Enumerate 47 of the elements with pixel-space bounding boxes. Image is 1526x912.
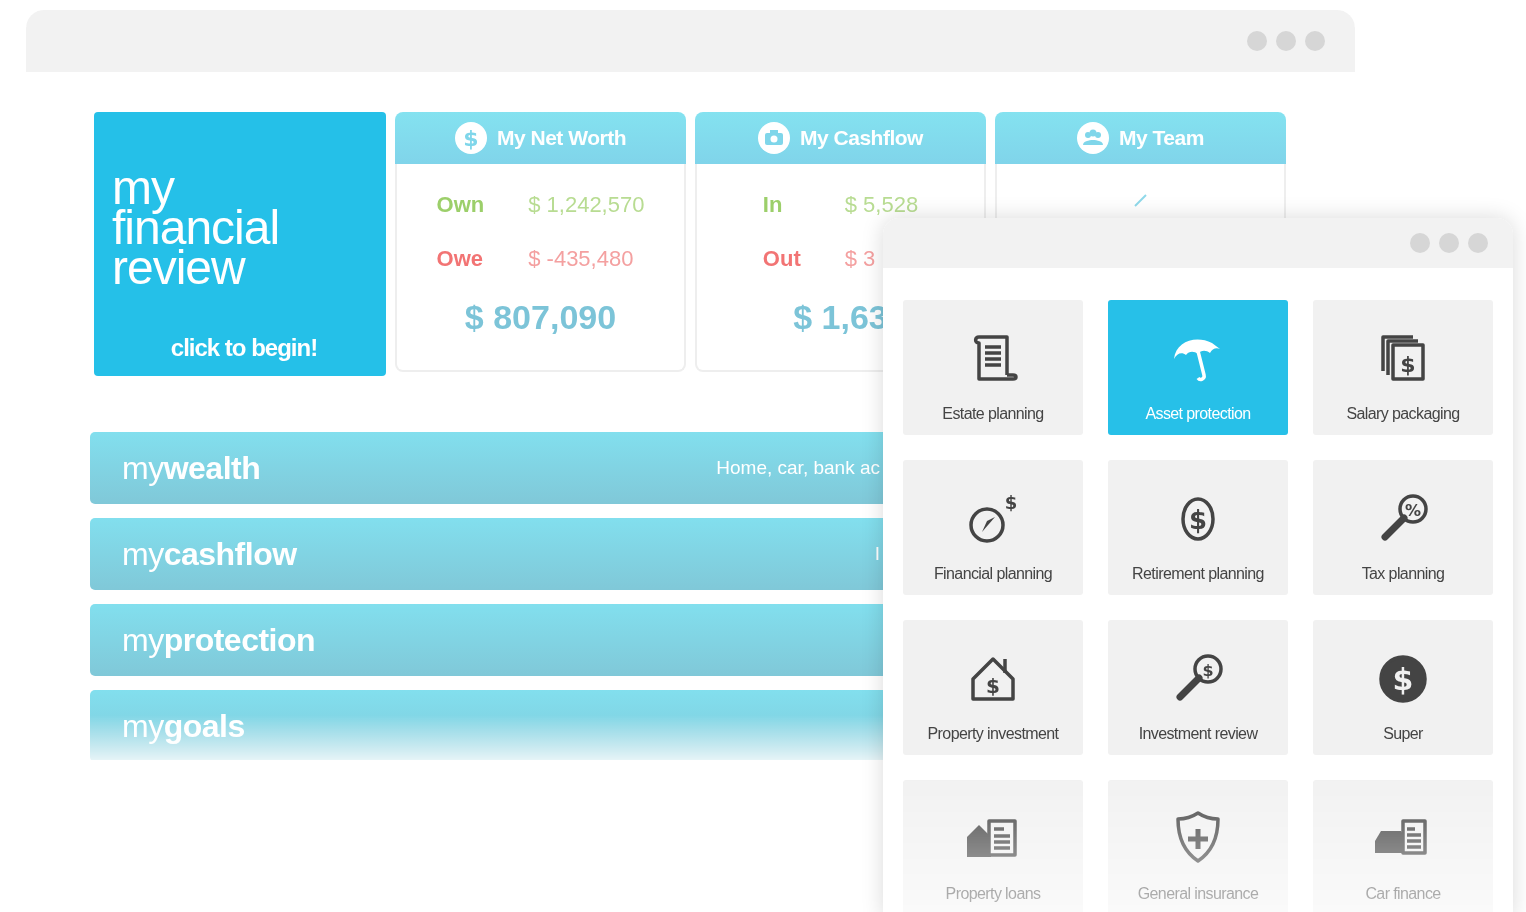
dollar-icon: $ [455, 122, 487, 154]
service-tile[interactable]: $ Financial planning [903, 460, 1083, 595]
window-dot-icon[interactable] [1305, 31, 1325, 51]
row-value: $ 3 [844, 246, 877, 272]
card-title: My Cashflow [800, 126, 923, 150]
chart-line-drawing [1132, 192, 1149, 208]
total-amount: $ 807,090 [464, 298, 617, 337]
section-description: Home, car, bank ac [716, 457, 880, 479]
section-title: mygoals [122, 707, 245, 745]
service-tile[interactable]: % Tax planning [1313, 460, 1493, 595]
window-dot-icon[interactable] [1439, 233, 1459, 253]
window-dot-icon[interactable] [1410, 233, 1430, 253]
section-bar[interactable]: mywealth Home, car, bank ac [90, 432, 883, 504]
service-tile[interactable]: Car finance [1313, 780, 1493, 912]
service-tile[interactable]: General insurance [1108, 780, 1288, 912]
row-label: In [762, 192, 784, 218]
section-title: mycashflow [122, 535, 297, 573]
service-tile[interactable]: $ Investment review [1108, 620, 1288, 755]
begin-link[interactable]: click to begin! [170, 334, 318, 362]
row-value: $ -435,480 [528, 246, 635, 272]
service-tile[interactable]: Property loans [903, 780, 1083, 912]
section-title: mywealth [122, 449, 261, 487]
camera-icon [758, 122, 791, 154]
card-title: My Team [1119, 126, 1204, 150]
service-tile[interactable]: $ Salary packaging [1313, 300, 1493, 435]
section-title: myprotection [122, 621, 316, 659]
row-value: $ 5,528 [844, 192, 919, 218]
service-tile[interactable]: Asset protection [1108, 300, 1288, 435]
window-dot-icon[interactable] [1468, 233, 1488, 253]
window-dot-icon[interactable] [1247, 31, 1267, 51]
section-bar[interactable]: mygoals [90, 690, 883, 760]
row-value: $ 1,242,570 [528, 192, 645, 218]
row-label: Owe [436, 246, 484, 272]
service-tile[interactable]: $ Property investment [903, 620, 1083, 755]
section-bar[interactable]: mycashflow I [90, 518, 883, 590]
section-bar[interactable]: myprotection [90, 604, 883, 676]
service-tile[interactable]: Estate planning [903, 300, 1083, 435]
card-title: My Net Worth [497, 126, 626, 150]
window-dot-icon[interactable] [1276, 31, 1296, 51]
service-tile[interactable]: $ Retirement planning [1108, 460, 1288, 595]
section-description: I [874, 543, 880, 565]
start-tile[interactable]: my financial review click to begin! [94, 112, 386, 376]
people-icon [1077, 122, 1110, 154]
hero-title: my financial review [112, 168, 281, 288]
row-label: Out [762, 246, 801, 272]
row-label: Own [436, 192, 485, 218]
service-tile[interactable]: $ Super [1313, 620, 1493, 755]
